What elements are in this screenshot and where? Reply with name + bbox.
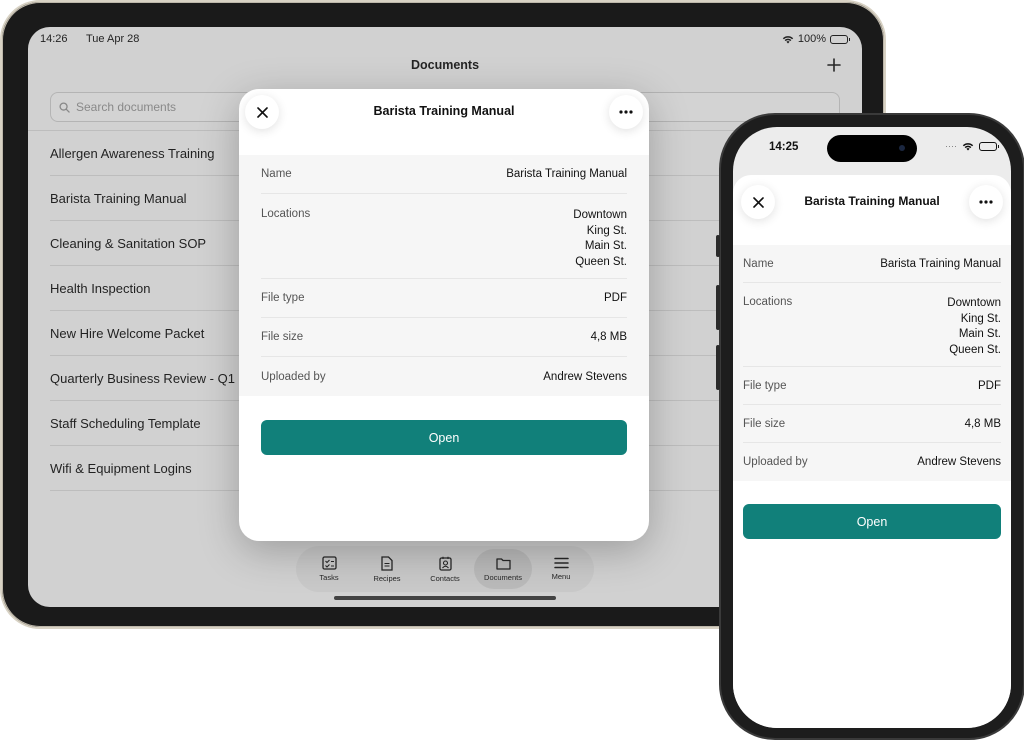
location-item: King St. bbox=[960, 312, 1001, 325]
name-label: Name bbox=[261, 168, 292, 180]
battery-icon bbox=[979, 141, 999, 151]
status-date: Tue Apr 28 bbox=[86, 33, 140, 45]
more-options-button[interactable] bbox=[609, 95, 643, 129]
side-button bbox=[716, 345, 720, 390]
tab-label: Menu bbox=[551, 572, 571, 581]
contacts-icon bbox=[438, 556, 452, 571]
tab-menu[interactable]: Menu bbox=[532, 549, 590, 589]
name-row: Name Barista Training Manual bbox=[261, 155, 627, 194]
more-options-button[interactable] bbox=[969, 185, 1003, 219]
dynamic-island bbox=[827, 135, 917, 162]
battery-percent: 100% bbox=[797, 33, 826, 45]
file-type-label: File type bbox=[743, 379, 787, 392]
location-item: Downtown bbox=[573, 209, 627, 221]
uploaded-by-row: Uploaded by Andrew Stevens bbox=[261, 357, 627, 396]
iphone-screen: 14:25 ···· Barista Training Manual Name … bbox=[733, 127, 1011, 728]
add-document-button[interactable] bbox=[822, 53, 846, 77]
wifi-icon bbox=[782, 35, 794, 43]
uploaded-by-label: Uploaded by bbox=[743, 456, 808, 468]
wifi-icon bbox=[962, 142, 974, 150]
open-button[interactable]: Open bbox=[261, 420, 627, 455]
tab-label: Recipes bbox=[373, 573, 401, 583]
locations-label: Locations bbox=[743, 296, 793, 308]
search-icon bbox=[59, 101, 70, 113]
location-item: Main St. bbox=[958, 328, 1001, 340]
uploaded-by-value: Andrew Stevens bbox=[917, 456, 1001, 468]
side-button bbox=[716, 285, 720, 330]
file-type-value: PDF bbox=[978, 379, 1001, 392]
menu-icon bbox=[553, 557, 569, 569]
location-item: Queen St. bbox=[575, 255, 627, 268]
locations-value: Downtown King St. Main St. Queen St. bbox=[573, 208, 627, 278]
status-time: 14:25 bbox=[769, 141, 799, 153]
file-size-label: File size bbox=[261, 331, 304, 343]
more-icon bbox=[979, 200, 993, 204]
status-right: ···· bbox=[945, 141, 999, 151]
side-button bbox=[716, 235, 720, 257]
uploaded-by-value: Andrew Stevens bbox=[543, 370, 627, 383]
locations-row: Locations Downtown King St. Main St. Que… bbox=[261, 194, 627, 279]
tab-label: Contacts bbox=[430, 573, 460, 583]
name-row: Name Barista Training Manual bbox=[743, 245, 1001, 283]
uploaded-by-label: Uploaded by bbox=[261, 370, 326, 383]
detail-fields: Name Barista Training Manual Locations D… bbox=[733, 245, 1011, 481]
modal-header: Barista Training Manual bbox=[239, 89, 649, 155]
signal-dots-icon: ···· bbox=[945, 141, 957, 151]
plus-icon bbox=[827, 58, 841, 72]
file-size-row: File size 4,8 MB bbox=[261, 318, 627, 357]
document-icon bbox=[381, 555, 393, 571]
tab-bar: Tasks Recipes Contacts Documents Menu bbox=[296, 546, 594, 592]
open-button[interactable]: Open bbox=[743, 504, 1001, 539]
file-type-label: File type bbox=[261, 292, 305, 304]
locations-value: Downtown King St. Main St. Queen St. bbox=[947, 296, 1001, 366]
file-size-value: 4,8 MB bbox=[964, 417, 1001, 430]
location-item: Queen St. bbox=[949, 343, 1001, 356]
tab-label: Tasks bbox=[319, 573, 339, 582]
location-item: King St. bbox=[586, 224, 627, 237]
ipad-status-bar: 14:26 Tue Apr 28 100% bbox=[40, 33, 850, 47]
more-icon bbox=[619, 110, 633, 114]
tab-label: Documents bbox=[484, 572, 522, 582]
file-type-row: File type PDF bbox=[743, 367, 1001, 405]
uploaded-by-row: Uploaded by Andrew Stevens bbox=[743, 443, 1001, 481]
file-size-row: File size 4,8 MB bbox=[743, 405, 1001, 443]
name-value: Barista Training Manual bbox=[506, 168, 627, 180]
location-item: Downtown bbox=[947, 297, 1001, 309]
file-size-label: File size bbox=[743, 417, 786, 430]
file-type-value: PDF bbox=[604, 292, 627, 304]
name-label: Name bbox=[743, 257, 774, 270]
tab-documents[interactable]: Documents bbox=[474, 549, 532, 589]
tab-tasks[interactable]: Tasks bbox=[300, 549, 358, 589]
detail-fields: Name Barista Training Manual Locations D… bbox=[239, 155, 649, 396]
locations-label: Locations bbox=[261, 208, 311, 220]
page-title: Documents bbox=[410, 58, 480, 72]
tasks-icon bbox=[321, 556, 337, 570]
name-value: Barista Training Manual bbox=[880, 257, 1001, 270]
file-type-row: File type PDF bbox=[261, 279, 627, 318]
folder-icon bbox=[495, 557, 511, 570]
modal-title: Barista Training Manual bbox=[373, 104, 515, 118]
home-indicator bbox=[334, 596, 556, 600]
tab-recipes[interactable]: Recipes bbox=[358, 549, 416, 589]
locations-row: Locations Downtown King St. Main St. Que… bbox=[743, 283, 1001, 367]
file-size-value: 4,8 MB bbox=[590, 331, 627, 343]
status-right: 100% bbox=[782, 33, 850, 45]
document-detail-modal: Barista Training Manual Name Barista Tra… bbox=[239, 89, 649, 541]
battery-icon bbox=[830, 34, 850, 44]
iphone-device: 14:25 ···· Barista Training Manual Name … bbox=[716, 113, 1024, 740]
document-detail-sheet: Barista Training Manual Name Barista Tra… bbox=[733, 175, 1011, 728]
tab-contacts[interactable]: Contacts bbox=[416, 549, 474, 589]
sheet-header: Barista Training Manual bbox=[733, 175, 1011, 245]
location-item: Main St. bbox=[584, 240, 627, 252]
status-time: 14:26 bbox=[40, 33, 68, 45]
